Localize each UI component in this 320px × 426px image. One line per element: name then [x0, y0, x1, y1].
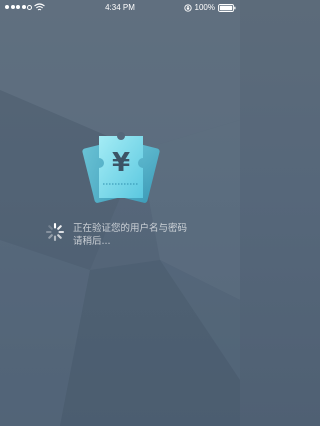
- orientation-lock-icon: [183, 3, 192, 12]
- yen-symbol: ¥: [112, 148, 130, 178]
- status-bar: 4:34 PM 100%: [0, 0, 240, 16]
- loading-message-line2: 请稍后...: [73, 236, 111, 247]
- yen-ticket-icon: ¥: [82, 132, 160, 203]
- battery-percent: 100%: [194, 3, 215, 12]
- loading-spinner-icon: [45, 222, 65, 242]
- background-pattern: [0, 0, 240, 426]
- loading-message: 正在验证您的用户名与密码 请稍后...: [73, 222, 187, 248]
- loading-message-line1: 正在验证您的用户名与密码: [73, 223, 188, 234]
- battery-icon: [218, 3, 236, 12]
